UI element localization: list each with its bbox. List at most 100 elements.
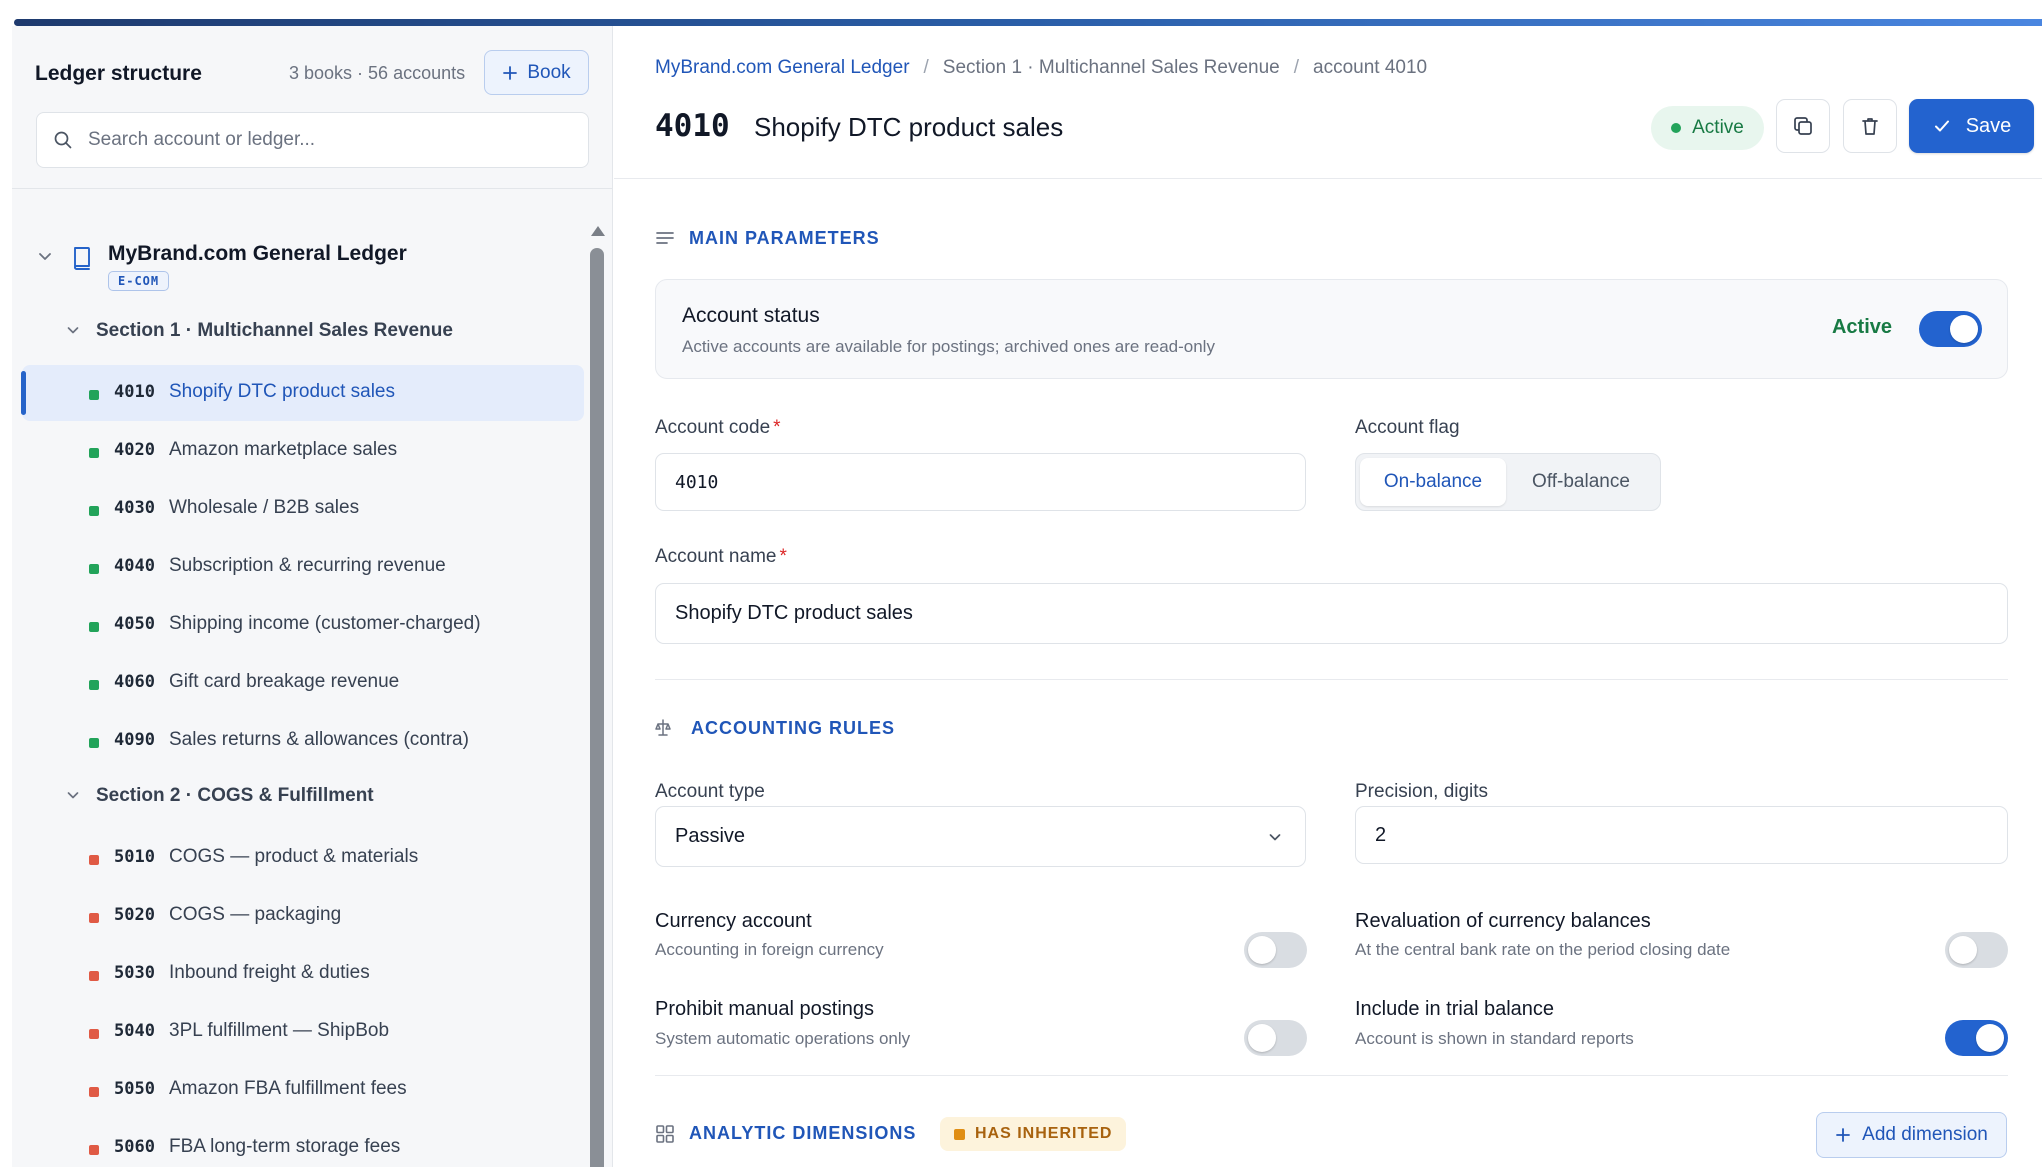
account-item-5030[interactable]: 5030 Inbound freight & duties [22,946,584,1002]
sidebar-scrollbar[interactable] [590,226,605,1167]
account-item-5060[interactable]: 5060 FBA long-term storage fees [22,1120,584,1167]
account-editor: MyBrand.com General Ledger / Section 1 ·… [614,26,2042,1167]
ledger-node[interactable]: MyBrand.com General Ledger E-COM [12,237,582,301]
account-code-label: Account code * [655,417,781,439]
status-badge-label: Active [1692,117,1744,138]
scale-icon [655,719,671,736]
status-card-title: Account status [682,304,820,327]
section-node-1[interactable]: Section 1 · Multichannel Sales Revenue [12,311,582,351]
account-flag-segmented: On-balance Off-balance [1355,453,1661,511]
status-dot [89,971,99,981]
required-mark: * [773,417,781,438]
scroll-up-arrow-icon[interactable] [591,226,605,236]
toggle-knob [1949,936,1977,964]
flag-option-on-balance[interactable]: On-balance [1360,458,1506,506]
account-item-4010[interactable]: 4010 Shopify DTC product sales [21,365,584,421]
search-input[interactable] [88,129,558,151]
account-code-field[interactable]: 4010 [655,453,1306,511]
account-code: 4030 [114,498,155,518]
account-name: Subscription & recurring revenue [169,555,446,576]
account-type-select[interactable]: Passive [655,806,1306,867]
status-dot [89,564,99,574]
account-item-4040[interactable]: 4040 Subscription & recurring revenue [22,539,584,595]
toggle-knob [1248,936,1276,964]
scrollbar-thumb[interactable] [590,248,604,1167]
account-item-5020[interactable]: 5020 COGS — packaging [22,888,584,944]
account-item-4030[interactable]: 4030 Wholesale / B2B sales [22,481,584,537]
status-dot [89,913,99,923]
account-code: 5050 [114,1079,155,1099]
account-item-5010[interactable]: 5010 COGS — product & materials [22,830,584,886]
account-name: 3PL fulfillment — ShipBob [169,1020,390,1041]
account-name-field[interactable]: Shopify DTC product sales [655,583,2008,644]
account-code: 5010 [114,847,155,867]
status-dot [89,680,99,690]
account-item-4060[interactable]: 4060 Gift card breakage revenue [22,655,584,711]
inherited-badge-label: HAS INHERITED [975,1125,1113,1142]
book-icon [74,247,90,270]
account-code: 4050 [114,614,155,634]
breadcrumb-separator: / [923,57,929,78]
account-name: Inbound freight & duties [169,962,370,983]
toggle-knob [1950,315,1978,343]
account-item-4020[interactable]: 4020 Amazon marketplace sales [22,423,584,479]
account-code: 4020 [114,440,155,460]
prohibit-manual-title: Prohibit manual postings [655,998,875,1020]
account-code: 5060 [114,1137,155,1157]
plus-icon [503,65,518,80]
delete-button[interactable] [1843,99,1897,153]
chevron-down-icon[interactable] [36,247,54,265]
currency-account-title: Currency account [655,910,812,932]
search-box[interactable] [36,112,589,168]
ledger-tag: E-COM [108,271,170,291]
status-dot [89,855,99,865]
chevron-down-icon[interactable] [65,322,81,338]
check-icon [1934,120,1949,132]
account-status-card: Account status Active accounts are avail… [655,279,2008,379]
precision-field[interactable]: 2 [1355,806,2008,864]
currency-account-toggle[interactable] [1244,932,1307,968]
page-account-code: 4010 [655,108,730,144]
account-item-4090[interactable]: 4090 Sales returns & allowances (contra) [22,713,584,769]
breadcrumb-section[interactable]: Section 1 · Multichannel Sales Revenue [943,57,1280,79]
trial-balance-title: Include in trial balance [1355,998,1555,1020]
ledger-tree: MyBrand.com General Ledger E-COM Section… [12,189,586,1167]
save-button[interactable]: Save [1909,99,2034,153]
chevron-down-icon[interactable] [65,787,81,803]
add-book-button[interactable]: Book [484,50,589,95]
account-type-value: Passive [675,825,746,847]
account-name: Amazon FBA fulfillment fees [169,1078,407,1099]
account-item-4050[interactable]: 4050 Shipping income (customer-charged) [22,597,584,653]
account-code: 5040 [114,1021,155,1041]
header-divider [614,178,2042,179]
account-name: Amazon marketplace sales [169,439,398,460]
revaluation-toggle[interactable] [1945,932,2008,968]
duplicate-button[interactable] [1776,99,1830,153]
ledger-counts: 3 books · 56 accounts [289,63,466,83]
status-badge: Active [1651,106,1764,150]
account-item-5040[interactable]: 5040 3PL fulfillment — ShipBob [22,1004,584,1060]
flag-option-off-balance[interactable]: Off-balance [1508,458,1654,506]
search-icon [54,131,72,149]
breadcrumb-ledger[interactable]: MyBrand.com General Ledger [655,57,910,79]
account-code: 4060 [114,672,155,692]
account-status-toggle[interactable] [1919,311,1982,347]
section-label: Section 2 · COGS & Fulfillment [96,785,374,806]
section-label: Section 1 · Multichannel Sales Revenue [96,320,453,341]
status-dot [89,738,99,748]
breadcrumb-separator: / [1293,57,1299,78]
account-item-5050[interactable]: 5050 Amazon FBA fulfillment fees [22,1062,584,1118]
add-dimension-button[interactable]: Add dimension [1816,1112,2007,1158]
plus-icon [1836,1128,1851,1142]
status-card-value: Active [1831,316,1892,338]
trial-balance-toggle[interactable] [1945,1020,2008,1056]
prohibit-manual-toggle[interactable] [1244,1020,1307,1056]
section-node-2[interactable]: Section 2 · COGS & Fulfillment [12,776,582,816]
status-dot [89,622,99,632]
prohibit-manual-desc: System automatic operations only [655,1029,911,1048]
ledger-name: MyBrand.com General Ledger [108,242,407,265]
status-dot [1671,123,1682,133]
accounting-rules-header: ACCOUNTING RULES [655,717,895,739]
label-text: Account code [655,417,771,438]
account-name-label: Account name * [655,546,787,568]
